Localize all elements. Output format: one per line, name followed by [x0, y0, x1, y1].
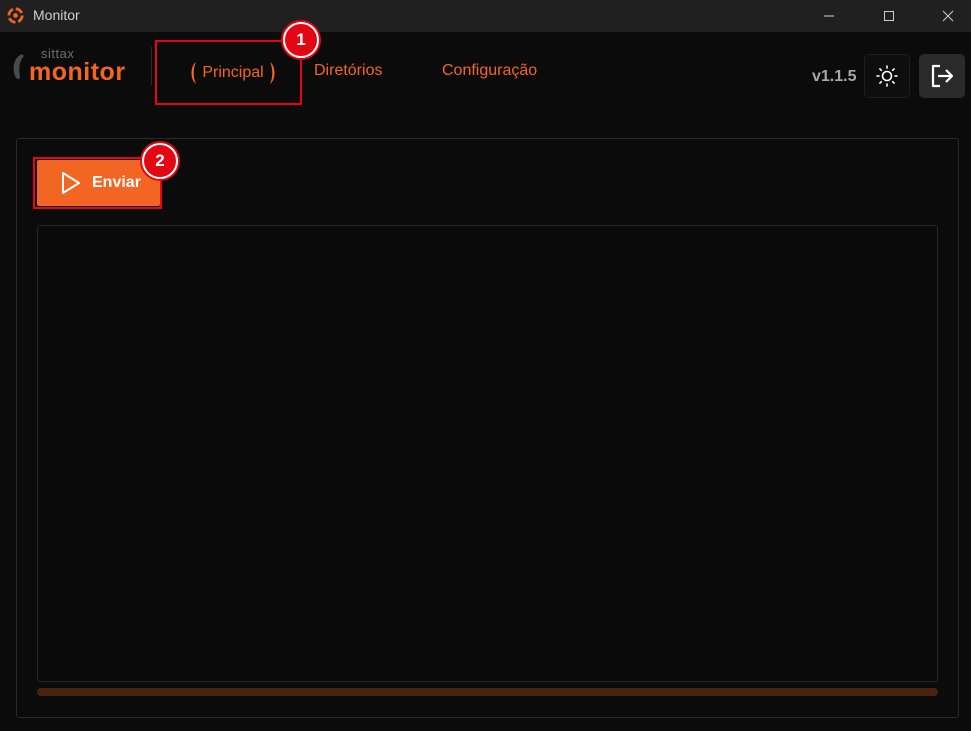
tab-configuracao[interactable]: Configuração — [442, 62, 537, 80]
minimize-button[interactable] — [806, 0, 852, 32]
annotation-badge-2: 2 — [142, 143, 178, 179]
annotation-badge-1: 1 — [283, 22, 319, 58]
theme-toggle-button[interactable] — [864, 54, 910, 98]
logout-button[interactable] — [919, 54, 965, 98]
sun-icon — [876, 65, 898, 87]
sittax-monitor-logo: sittax monitor — [10, 46, 140, 92]
maximize-button[interactable] — [866, 0, 912, 32]
annotation-highlight-principal — [155, 40, 302, 105]
version-label: v1.1.5 — [812, 68, 857, 85]
window-title: Monitor — [33, 7, 80, 23]
app-icon — [7, 7, 24, 24]
header-divider — [151, 47, 152, 85]
tab-diretorios[interactable]: Diretórios — [314, 62, 382, 80]
progress-bar — [37, 688, 938, 696]
logo-mark-icon — [13, 54, 24, 79]
minimize-icon — [824, 15, 834, 17]
close-icon — [942, 10, 954, 22]
title-bar: Monitor — [0, 0, 971, 32]
maximize-icon — [884, 11, 894, 21]
log-output-area[interactable] — [37, 225, 938, 682]
logout-icon — [931, 64, 954, 88]
logo-product-text: monitor — [29, 58, 126, 86]
close-button[interactable] — [925, 0, 971, 32]
